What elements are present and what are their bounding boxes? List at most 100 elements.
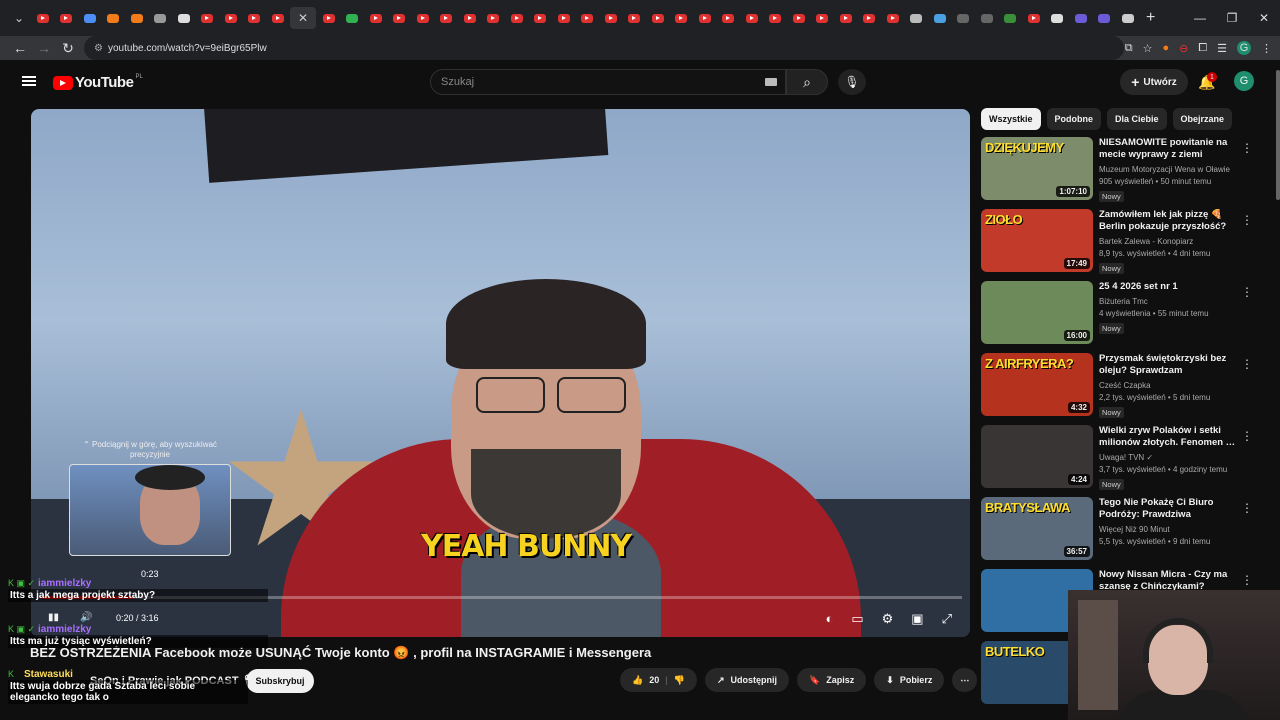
close-window-button[interactable]: ✕ <box>1248 0 1280 36</box>
browser-tab[interactable] <box>149 7 171 29</box>
browser-tab[interactable] <box>553 7 575 29</box>
bookmark-star-icon[interactable]: ☆ <box>1143 42 1153 55</box>
chip-for-you[interactable]: Dla Ciebie <box>1107 108 1167 130</box>
subtitles-icon[interactable]: ▭ <box>851 611 863 627</box>
browser-tab[interactable] <box>1046 7 1068 29</box>
menu-kebab-icon[interactable]: ⋮ <box>1261 42 1272 55</box>
save-button[interactable]: 🔖 Zapisz <box>797 668 867 692</box>
more-options-icon[interactable]: ⋮ <box>1241 213 1253 227</box>
page-scrollbar[interactable] <box>1276 70 1280 200</box>
like-button[interactable]: 👍 20 | 👎 <box>620 668 697 692</box>
browser-tab[interactable] <box>694 7 716 29</box>
recommendation-thumbnail[interactable]: 16:00 <box>981 281 1093 344</box>
browser-tab[interactable] <box>929 7 951 29</box>
site-info-icon[interactable]: ⚙ <box>94 43 103 54</box>
more-options-icon[interactable]: ⋮ <box>1241 357 1253 371</box>
autoplay-toggle-icon[interactable]: ◐ <box>825 611 833 627</box>
browser-tab[interactable] <box>412 7 434 29</box>
hamburger-menu-icon[interactable] <box>22 76 36 86</box>
browser-tab[interactable] <box>576 7 598 29</box>
browser-tab[interactable] <box>79 7 101 29</box>
browser-tab[interactable] <box>670 7 692 29</box>
browser-tab[interactable] <box>623 7 645 29</box>
download-button[interactable]: ⬇ Pobierz <box>874 668 945 692</box>
browser-tab[interactable] <box>243 7 265 29</box>
more-options-icon[interactable]: ⋮ <box>1241 429 1253 443</box>
account-avatar[interactable]: G <box>1234 71 1254 91</box>
recommendation-thumbnail[interactable]: DZIĘKUJEMY 1:07:10 <box>981 137 1093 200</box>
recommendation-channel[interactable]: Cześć Czapka <box>1099 381 1237 390</box>
restore-button[interactable]: ❐ <box>1216 0 1248 36</box>
browser-tab[interactable] <box>905 7 927 29</box>
browser-tab[interactable] <box>764 7 786 29</box>
search-button[interactable]: ⌕ <box>786 69 828 95</box>
extensions-puzzle-icon[interactable]: ⧠ <box>1198 42 1207 55</box>
recommendation-thumbnail[interactable]: BRATYSŁAWA 36:57 <box>981 497 1093 560</box>
youtube-logo[interactable]: YouTube PL <box>53 74 143 91</box>
browser-tab[interactable] <box>1023 7 1045 29</box>
thumbs-down-icon[interactable]: 👎 <box>674 675 685 686</box>
recommendation-thumbnail[interactable]: 4:24 <box>981 425 1093 488</box>
browser-tab[interactable] <box>952 7 974 29</box>
chip-watched[interactable]: Obejrzane <box>1172 108 1233 130</box>
browser-tab[interactable] <box>388 7 410 29</box>
browser-tab[interactable] <box>341 7 363 29</box>
settings-gear-icon[interactable]: ⚙ <box>882 611 894 627</box>
recommendation-channel[interactable]: Biżuteria Tmc <box>1099 297 1237 306</box>
extension-icon[interactable]: ● <box>1162 42 1169 54</box>
browser-tab[interactable] <box>102 7 124 29</box>
fullscreen-icon[interactable]: ⤢ <box>942 611 952 627</box>
browser-tab[interactable] <box>647 7 669 29</box>
minimize-button[interactable]: — <box>1184 0 1216 36</box>
browser-tab[interactable] <box>811 7 833 29</box>
browser-tab[interactable] <box>858 7 880 29</box>
miniplayer-icon[interactable]: ▣ <box>911 611 923 627</box>
browser-tab[interactable] <box>173 7 195 29</box>
tab-search-dropdown[interactable]: ⌄ <box>8 7 30 29</box>
browser-tab[interactable] <box>220 7 242 29</box>
recommendation-thumbnail[interactable]: Z AIRFRYERA? 4:32 <box>981 353 1093 416</box>
browser-tab[interactable] <box>741 7 763 29</box>
search-input[interactable]: Szukaj <box>430 69 786 95</box>
volume-icon[interactable]: 🔊 <box>80 612 92 623</box>
browser-tab[interactable] <box>506 7 528 29</box>
browser-tab[interactable] <box>835 7 857 29</box>
browser-tab[interactable] <box>1117 7 1139 29</box>
play-pause-icon[interactable]: ▮▮ <box>48 612 59 623</box>
browser-tab[interactable] <box>600 7 622 29</box>
recommendation-item[interactable]: 4:24 Wielki zryw Polaków i setki milionó… <box>981 425 1271 493</box>
more-options-icon[interactable]: ⋮ <box>1241 285 1253 299</box>
voice-search-button[interactable]: 🎙 <box>838 69 866 95</box>
tab-active[interactable]: ✕ <box>290 7 316 29</box>
browser-tab[interactable] <box>999 7 1021 29</box>
browser-tab[interactable] <box>717 7 739 29</box>
browser-tab[interactable] <box>32 7 54 29</box>
browser-tab[interactable] <box>976 7 998 29</box>
share-button[interactable]: ↗ Udostępnij <box>704 668 790 692</box>
back-button[interactable]: ← <box>8 40 32 56</box>
recommendation-item[interactable]: ZIOŁO 17:49 Zamówiłem lek jak pizzę 🍕 Be… <box>981 209 1271 277</box>
keyboard-icon[interactable] <box>765 78 777 86</box>
chip-related[interactable]: Podobne <box>1046 108 1102 130</box>
more-options-icon[interactable]: ⋮ <box>1241 141 1253 155</box>
recommendation-title[interactable]: Zamówiłem lek jak pizzę 🍕 Berlin pokazuj… <box>1099 209 1237 233</box>
browser-tab[interactable] <box>788 7 810 29</box>
recommendation-title[interactable]: Przysmak świętokrzyski bez oleju? Sprawd… <box>1099 353 1237 377</box>
browser-tab[interactable] <box>1093 7 1115 29</box>
browser-tab[interactable] <box>529 7 551 29</box>
recommendation-item[interactable]: Z AIRFRYERA? 4:32 Przysmak świętokrzyski… <box>981 353 1271 421</box>
browser-tab[interactable] <box>267 7 289 29</box>
cast-icon[interactable]: ⧉ <box>1125 42 1133 55</box>
new-tab-button[interactable]: + <box>1146 9 1155 27</box>
browser-tab[interactable] <box>196 7 218 29</box>
forward-button[interactable]: → <box>32 40 56 56</box>
browser-tab[interactable] <box>318 7 340 29</box>
chip-all[interactable]: Wszystkie <box>981 108 1041 130</box>
reload-button[interactable]: ↻ <box>56 40 80 57</box>
browser-tab[interactable] <box>365 7 387 29</box>
recommendation-title[interactable]: Tego Nie Pokażę Ci Biuro Podróży: Prawdz… <box>1099 497 1237 521</box>
recommendation-title[interactable]: 25 4 2026 set nr 1 <box>1099 281 1237 293</box>
create-button[interactable]: + Utwórz <box>1120 69 1188 95</box>
recommendation-channel[interactable]: Bartek Zalewa - Konopiarz <box>1099 237 1237 246</box>
recommendation-thumbnail[interactable]: ZIOŁO 17:49 <box>981 209 1093 272</box>
